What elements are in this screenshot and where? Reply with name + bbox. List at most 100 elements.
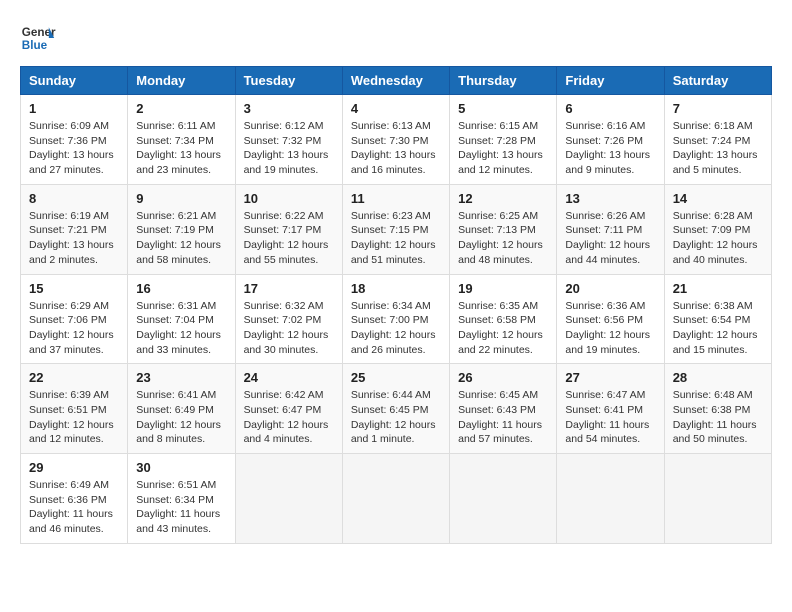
day-number: 16 [136, 281, 226, 296]
calendar-body: 1Sunrise: 6:09 AM Sunset: 7:36 PM Daylig… [21, 95, 772, 544]
week-row-1: 1Sunrise: 6:09 AM Sunset: 7:36 PM Daylig… [21, 95, 772, 185]
day-info: Sunrise: 6:44 AM Sunset: 6:45 PM Dayligh… [351, 388, 441, 447]
day-info: Sunrise: 6:32 AM Sunset: 7:02 PM Dayligh… [244, 299, 334, 358]
day-info: Sunrise: 6:12 AM Sunset: 7:32 PM Dayligh… [244, 119, 334, 178]
weekday-saturday: Saturday [664, 67, 771, 95]
calendar-cell: 15Sunrise: 6:29 AM Sunset: 7:06 PM Dayli… [21, 274, 128, 364]
calendar: SundayMondayTuesdayWednesdayThursdayFrid… [20, 66, 772, 544]
day-info: Sunrise: 6:28 AM Sunset: 7:09 PM Dayligh… [673, 209, 763, 268]
day-info: Sunrise: 6:31 AM Sunset: 7:04 PM Dayligh… [136, 299, 226, 358]
day-number: 22 [29, 370, 119, 385]
day-info: Sunrise: 6:13 AM Sunset: 7:30 PM Dayligh… [351, 119, 441, 178]
calendar-cell: 3Sunrise: 6:12 AM Sunset: 7:32 PM Daylig… [235, 95, 342, 185]
day-info: Sunrise: 6:19 AM Sunset: 7:21 PM Dayligh… [29, 209, 119, 268]
day-number: 24 [244, 370, 334, 385]
calendar-cell [450, 454, 557, 544]
week-row-3: 15Sunrise: 6:29 AM Sunset: 7:06 PM Dayli… [21, 274, 772, 364]
calendar-cell: 20 Sunrise: 6:36 AM Sunset: 6:56 PM Dayli… [557, 274, 664, 364]
calendar-cell: 26 Sunrise: 6:45 AM Sunset: 6:43 PM Dayli… [450, 364, 557, 454]
day-number: 26 [458, 370, 548, 385]
day-number: 5 [458, 101, 548, 116]
day-number: 23 [136, 370, 226, 385]
day-info: Sunrise: 6:16 AM Sunset: 7:26 PM Dayligh… [565, 119, 655, 178]
day-number: 7 [673, 101, 763, 116]
calendar-cell: 18 Sunrise: 6:34 AM Sunset: 7:00 PM Dayli… [342, 274, 449, 364]
calendar-cell: 28 Sunrise: 6:48 AM Sunset: 6:38 PM Dayli… [664, 364, 771, 454]
day-info: Sunrise: 6:35 AM Sunset: 6:58 PM Dayligh… [458, 299, 548, 358]
day-info: Sunrise: 6:21 AM Sunset: 7:19 PM Dayligh… [136, 209, 226, 268]
calendar-cell: 23Sunrise: 6:41 AM Sunset: 6:49 PM Dayli… [128, 364, 235, 454]
day-info: Sunrise: 6:42 AM Sunset: 6:47 PM Dayligh… [244, 388, 334, 447]
day-number: 9 [136, 191, 226, 206]
day-number: 20 [565, 281, 655, 296]
day-info: Sunrise: 6:38 AM Sunset: 6:54 PM Dayligh… [673, 299, 763, 358]
weekday-wednesday: Wednesday [342, 67, 449, 95]
day-number: 2 [136, 101, 226, 116]
calendar-cell [235, 454, 342, 544]
calendar-cell: 25 Sunrise: 6:44 AM Sunset: 6:45 PM Dayli… [342, 364, 449, 454]
calendar-cell [664, 454, 771, 544]
calendar-cell: 13 Sunrise: 6:26 AM Sunset: 7:11 PM Dayli… [557, 184, 664, 274]
calendar-cell: 17 Sunrise: 6:32 AM Sunset: 7:02 PM Dayli… [235, 274, 342, 364]
svg-text:Blue: Blue [22, 39, 48, 52]
day-info: Sunrise: 6:15 AM Sunset: 7:28 PM Dayligh… [458, 119, 548, 178]
day-info: Sunrise: 6:34 AM Sunset: 7:00 PM Dayligh… [351, 299, 441, 358]
day-number: 4 [351, 101, 441, 116]
calendar-cell: 1Sunrise: 6:09 AM Sunset: 7:36 PM Daylig… [21, 95, 128, 185]
day-info: Sunrise: 6:47 AM Sunset: 6:41 PM Dayligh… [565, 388, 655, 447]
day-info: Sunrise: 6:22 AM Sunset: 7:17 PM Dayligh… [244, 209, 334, 268]
day-info: Sunrise: 6:51 AM Sunset: 6:34 PM Dayligh… [136, 478, 226, 537]
day-number: 25 [351, 370, 441, 385]
day-info: Sunrise: 6:26 AM Sunset: 7:11 PM Dayligh… [565, 209, 655, 268]
day-number: 14 [673, 191, 763, 206]
calendar-cell: 27 Sunrise: 6:47 AM Sunset: 6:41 PM Dayli… [557, 364, 664, 454]
weekday-thursday: Thursday [450, 67, 557, 95]
calendar-cell: 7Sunrise: 6:18 AM Sunset: 7:24 PM Daylig… [664, 95, 771, 185]
day-info: Sunrise: 6:48 AM Sunset: 6:38 PM Dayligh… [673, 388, 763, 447]
day-number: 29 [29, 460, 119, 475]
calendar-cell [342, 454, 449, 544]
calendar-cell: 4 Sunrise: 6:13 AM Sunset: 7:30 PM Daylig… [342, 95, 449, 185]
weekday-sunday: Sunday [21, 67, 128, 95]
calendar-cell: 12Sunrise: 6:25 AM Sunset: 7:13 PM Dayli… [450, 184, 557, 274]
calendar-cell: 6 Sunrise: 6:16 AM Sunset: 7:26 PM Daylig… [557, 95, 664, 185]
day-number: 17 [244, 281, 334, 296]
day-number: 8 [29, 191, 119, 206]
day-number: 27 [565, 370, 655, 385]
week-row-5: 29 Sunrise: 6:49 AM Sunset: 6:36 PM Dayli… [21, 454, 772, 544]
day-number: 12 [458, 191, 548, 206]
calendar-cell [557, 454, 664, 544]
weekday-friday: Friday [557, 67, 664, 95]
day-number: 6 [565, 101, 655, 116]
day-number: 11 [351, 191, 441, 206]
day-number: 28 [673, 370, 763, 385]
header: General Blue [20, 20, 772, 56]
calendar-cell: 22 Sunrise: 6:39 AM Sunset: 6:51 PM Dayli… [21, 364, 128, 454]
weekday-monday: Monday [128, 67, 235, 95]
day-info: Sunrise: 6:11 AM Sunset: 7:34 PM Dayligh… [136, 119, 226, 178]
calendar-cell: 19Sunrise: 6:35 AM Sunset: 6:58 PM Dayli… [450, 274, 557, 364]
calendar-cell: 24 Sunrise: 6:42 AM Sunset: 6:47 PM Dayli… [235, 364, 342, 454]
logo-icon: General Blue [20, 20, 56, 56]
calendar-cell: 11 Sunrise: 6:23 AM Sunset: 7:15 PM Dayli… [342, 184, 449, 274]
day-number: 15 [29, 281, 119, 296]
weekday-tuesday: Tuesday [235, 67, 342, 95]
weekday-header: SundayMondayTuesdayWednesdayThursdayFrid… [21, 67, 772, 95]
day-info: Sunrise: 6:45 AM Sunset: 6:43 PM Dayligh… [458, 388, 548, 447]
day-info: Sunrise: 6:39 AM Sunset: 6:51 PM Dayligh… [29, 388, 119, 447]
day-info: Sunrise: 6:49 AM Sunset: 6:36 PM Dayligh… [29, 478, 119, 537]
day-info: Sunrise: 6:23 AM Sunset: 7:15 PM Dayligh… [351, 209, 441, 268]
day-number: 30 [136, 460, 226, 475]
calendar-cell: 14 Sunrise: 6:28 AM Sunset: 7:09 PM Dayli… [664, 184, 771, 274]
week-row-2: 8 Sunrise: 6:19 AM Sunset: 7:21 PM Daylig… [21, 184, 772, 274]
calendar-cell: 8 Sunrise: 6:19 AM Sunset: 7:21 PM Daylig… [21, 184, 128, 274]
calendar-cell: 29 Sunrise: 6:49 AM Sunset: 6:36 PM Dayli… [21, 454, 128, 544]
day-info: Sunrise: 6:36 AM Sunset: 6:56 PM Dayligh… [565, 299, 655, 358]
week-row-4: 22 Sunrise: 6:39 AM Sunset: 6:51 PM Dayli… [21, 364, 772, 454]
logo: General Blue [20, 20, 56, 56]
day-number: 13 [565, 191, 655, 206]
calendar-cell: 16 Sunrise: 6:31 AM Sunset: 7:04 PM Dayli… [128, 274, 235, 364]
day-number: 21 [673, 281, 763, 296]
day-number: 18 [351, 281, 441, 296]
calendar-cell: 10Sunrise: 6:22 AM Sunset: 7:17 PM Dayli… [235, 184, 342, 274]
